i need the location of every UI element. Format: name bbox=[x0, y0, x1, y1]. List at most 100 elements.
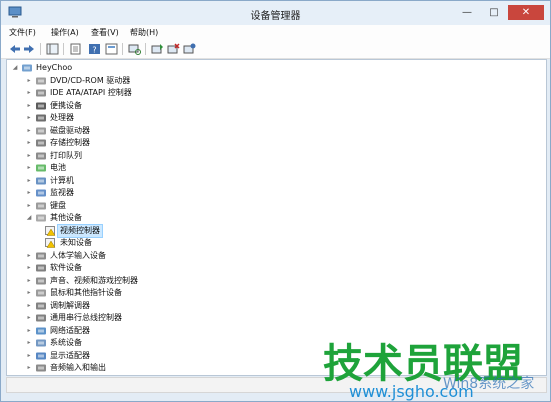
tree-item[interactable]: ▸ 鼠标和其他指针设备 bbox=[25, 287, 407, 299]
enable-device-icon[interactable] bbox=[183, 43, 196, 55]
tree-item[interactable]: ▸ 打印队列 bbox=[25, 150, 407, 162]
warning-device-icon bbox=[45, 225, 56, 236]
computer-icon bbox=[36, 177, 46, 184]
maximize-button[interactable]: □ bbox=[481, 5, 507, 20]
collapse-arrow-icon[interactable]: ◢ bbox=[25, 212, 33, 224]
svg-text:?: ? bbox=[92, 46, 96, 55]
expand-arrow-icon[interactable]: ▸ bbox=[25, 325, 33, 337]
expand-arrow-icon[interactable]: ▸ bbox=[25, 175, 33, 187]
tree-item-label: 键盘 bbox=[50, 200, 66, 210]
tree-item[interactable]: ▸ 监视器 bbox=[25, 187, 407, 199]
expand-arrow-icon[interactable]: ▸ bbox=[25, 287, 33, 299]
tree-item[interactable]: ▸ 声音、视频和游戏控制器 bbox=[25, 275, 407, 287]
close-button[interactable]: ✕ bbox=[508, 5, 544, 20]
expand-arrow-icon[interactable]: ▸ bbox=[25, 275, 33, 287]
tree-item[interactable]: ▸ 磁盘驱动器 bbox=[25, 125, 407, 137]
processor-icon bbox=[36, 114, 46, 122]
tree-item[interactable]: ▸ 处理器 bbox=[25, 112, 407, 124]
show-hide-tree-icon[interactable] bbox=[46, 43, 59, 55]
storage-controller-icon bbox=[36, 139, 46, 147]
disc-drive-icon bbox=[36, 77, 46, 84]
display-adapter-icon bbox=[36, 352, 46, 359]
toolbar-separator bbox=[63, 43, 64, 55]
forward-arrow-icon[interactable] bbox=[23, 43, 36, 55]
tree-item-label: 通用串行总线控制器 bbox=[50, 313, 122, 322]
tree-item-label: 监视器 bbox=[50, 188, 74, 197]
tree-item[interactable]: ▸ 软件设备 bbox=[25, 262, 407, 274]
expand-arrow-icon[interactable]: ▸ bbox=[25, 250, 33, 262]
scan-hardware-icon[interactable] bbox=[128, 43, 141, 55]
help-icon[interactable]: ? bbox=[88, 43, 101, 55]
menu-action[interactable]: 操作(A) bbox=[51, 27, 79, 38]
expand-arrow-icon[interactable]: ▸ bbox=[25, 312, 33, 324]
tree-item-label: 电池 bbox=[50, 163, 66, 172]
ide-controller-icon bbox=[36, 89, 46, 97]
expand-arrow-icon[interactable]: ▸ bbox=[25, 125, 33, 137]
expand-arrow-icon[interactable]: ▸ bbox=[25, 200, 33, 212]
menu-help[interactable]: 帮助(H) bbox=[130, 27, 158, 38]
collapse-arrow-icon[interactable]: ◢ bbox=[11, 62, 19, 74]
expand-arrow-icon[interactable]: ▸ bbox=[25, 112, 33, 124]
tree-item[interactable]: ▸ 电池 bbox=[25, 162, 407, 174]
expand-arrow-icon[interactable]: ▸ bbox=[25, 362, 33, 374]
expand-arrow-icon[interactable]: ▸ bbox=[25, 300, 33, 312]
tree-item[interactable]: ▸ 键盘 bbox=[25, 200, 407, 212]
expand-arrow-icon[interactable]: ▸ bbox=[25, 162, 33, 174]
tree-item[interactable]: ▸ 存储控制器 bbox=[25, 137, 407, 149]
tree-item-label: 鼠标和其他指针设备 bbox=[50, 288, 122, 297]
minimize-button[interactable]: — bbox=[454, 5, 480, 20]
tree-root-computer[interactable]: ◢ HeyChoo bbox=[11, 62, 407, 74]
expand-arrow-icon[interactable]: ▸ bbox=[25, 150, 33, 162]
watermark-logo: 技术员联盟 www.jsgho.com Win8系统之家 bbox=[323, 341, 534, 401]
portable-device-icon bbox=[36, 102, 46, 109]
expand-arrow-icon[interactable]: ▸ bbox=[25, 187, 33, 199]
expand-arrow-icon[interactable]: ▸ bbox=[25, 262, 33, 274]
hid-icon bbox=[36, 252, 46, 259]
disk-drive-icon bbox=[36, 127, 46, 134]
expand-arrow-icon[interactable]: ▸ bbox=[25, 137, 33, 149]
toolbar-separator bbox=[122, 43, 123, 55]
tree-child-item[interactable]: 未知设备 bbox=[35, 237, 407, 249]
monitor-icon bbox=[36, 189, 46, 197]
tree-item-label: 未知设备 bbox=[60, 238, 92, 247]
uninstall-device-icon[interactable] bbox=[167, 43, 180, 55]
printer-icon bbox=[36, 152, 46, 159]
tree-item[interactable]: ◢ 其他设备 bbox=[25, 212, 407, 224]
menu-file[interactable]: 文件(F) bbox=[9, 27, 36, 38]
tree-item[interactable]: ▸ DVD/CD-ROM 驱动器 bbox=[25, 75, 407, 87]
tree-child-item[interactable]: 视频控制器 bbox=[35, 223, 407, 238]
title-bar: 设备管理器 — □ ✕ bbox=[1, 1, 550, 25]
tree-item-label: 音频输入和输出 bbox=[50, 363, 106, 372]
expand-arrow-icon[interactable]: ▸ bbox=[25, 350, 33, 362]
tree-item-label: HeyChoo bbox=[36, 63, 73, 72]
tree-item-label: DVD/CD-ROM 驱动器 bbox=[50, 75, 131, 85]
tree-item[interactable]: ▸ 通用串行总线控制器 bbox=[25, 312, 407, 324]
warning-device-icon bbox=[45, 238, 56, 248]
other-devices-icon bbox=[36, 214, 46, 222]
tree-item[interactable]: ▸ 人体学输入设备 bbox=[25, 250, 407, 262]
device-tree: ◢ HeyChoo ▸ DVD/CD-ROM 驱动器 ▸ IDE ATA/ATAPI 控制… bbox=[6, 59, 547, 376]
tree-item[interactable]: ▸ IDE ATA/ATAPI 控制器 bbox=[25, 87, 407, 99]
menu-bar: 文件(F) 操作(A) 查看(V) 帮助(H) bbox=[1, 25, 550, 40]
expand-arrow-icon[interactable]: ▸ bbox=[25, 100, 33, 112]
tree-item-label: 调制解调器 bbox=[50, 300, 90, 310]
expand-arrow-icon[interactable]: ▸ bbox=[25, 87, 33, 99]
tree-item[interactable]: ▸ 便携设备 bbox=[25, 100, 407, 112]
menu-view[interactable]: 查看(V) bbox=[91, 27, 119, 38]
system-device-icon bbox=[36, 339, 46, 347]
tree-item-label: 声音、视频和游戏控制器 bbox=[50, 275, 138, 285]
tree-item[interactable]: ▸ 调制解调器 bbox=[25, 300, 407, 312]
audio-io-icon bbox=[36, 364, 46, 372]
tree-item[interactable]: ▸ 计算机 bbox=[25, 175, 407, 187]
toolbar-separator bbox=[145, 43, 146, 55]
update-driver-icon[interactable] bbox=[151, 43, 164, 55]
expand-arrow-icon[interactable]: ▸ bbox=[25, 75, 33, 87]
properties-icon[interactable] bbox=[69, 43, 82, 55]
back-arrow-icon[interactable] bbox=[8, 43, 21, 55]
tree-item-label: 显示适配器 bbox=[50, 350, 90, 360]
tree-item-label: IDE ATA/ATAPI 控制器 bbox=[50, 88, 132, 97]
expand-arrow-icon[interactable]: ▸ bbox=[25, 337, 33, 349]
battery-icon bbox=[36, 164, 46, 172]
details-view-icon[interactable] bbox=[105, 43, 118, 55]
tree-item-label: 网络适配器 bbox=[50, 325, 90, 335]
